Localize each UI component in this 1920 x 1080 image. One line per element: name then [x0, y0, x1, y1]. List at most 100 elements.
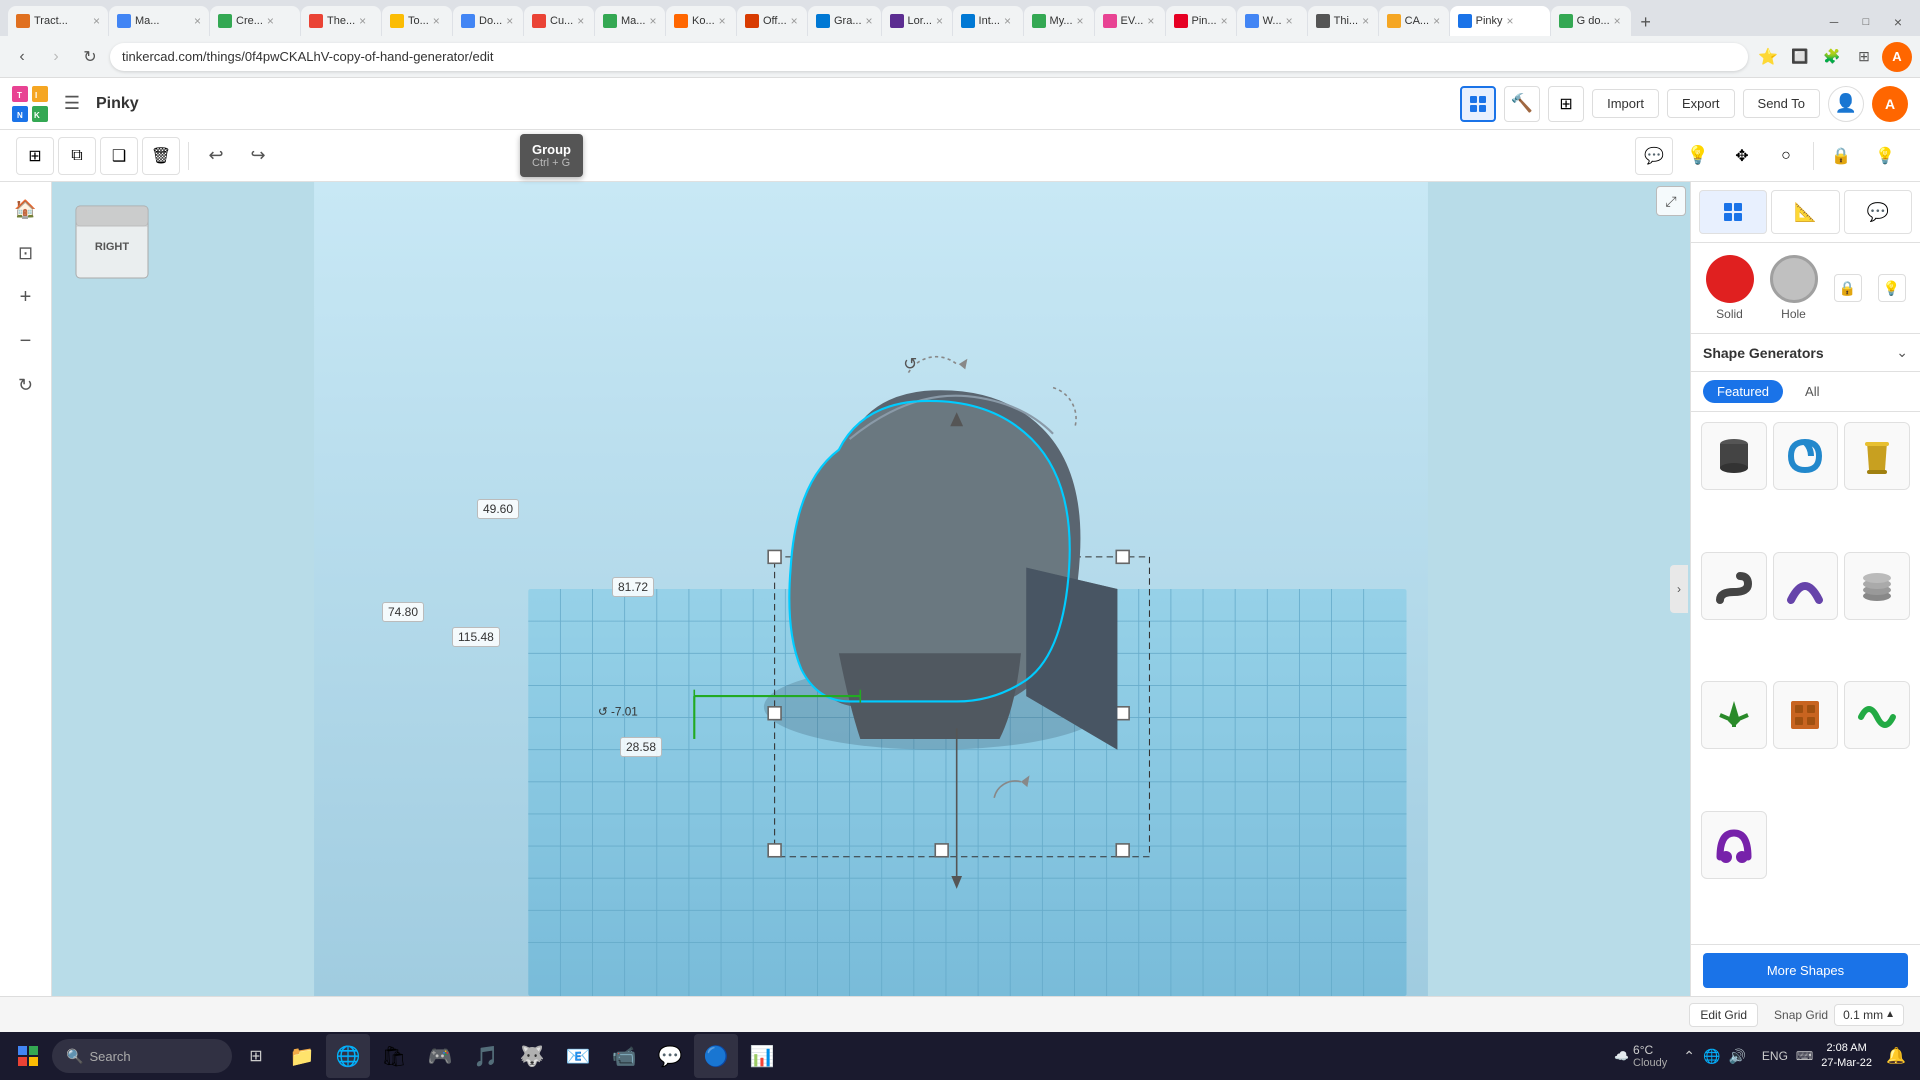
undo-button[interactable]: ↩ [197, 137, 235, 175]
zoom-out-button[interactable]: − [7, 322, 45, 360]
puzzle-icon[interactable]: 🧩 [1818, 43, 1846, 71]
orbit-button[interactable]: ↻ [7, 366, 45, 404]
duplicate-button[interactable]: ❑ [100, 137, 138, 175]
home-nav-button[interactable]: 🏠 [7, 190, 45, 228]
export-button[interactable]: Export [1667, 89, 1735, 118]
panel-grid-btn[interactable] [1699, 190, 1767, 234]
address-bar[interactable]: tinkercad.com/things/0f4pwCKALhV-copy-of… [110, 43, 1748, 71]
all-tab[interactable]: All [1791, 380, 1833, 403]
shape-item-horn[interactable] [1701, 811, 1767, 879]
delete-button[interactable]: 🗑 [142, 137, 180, 175]
taskbar-app-wolf[interactable]: 🐺 [510, 1034, 554, 1078]
shape-item-green-wave[interactable] [1844, 681, 1910, 749]
language-indicator[interactable]: ENG [1762, 1049, 1788, 1063]
task-view-button[interactable]: ⊞ [236, 1036, 276, 1076]
snap-value-button[interactable]: 0.1 mm ▲ [1834, 1004, 1904, 1026]
bookmark-button[interactable]: ⭐ [1754, 43, 1782, 71]
person-icon-button[interactable]: 👤 [1828, 86, 1864, 122]
maximize-button[interactable]: □ [1852, 8, 1880, 36]
shape-item-claw[interactable] [1701, 681, 1767, 749]
lock-button[interactable]: 🔒 [1822, 137, 1860, 175]
more-icon[interactable]: ⊞ [1850, 43, 1878, 71]
keyboard-icon[interactable]: ⌨ [1796, 1049, 1813, 1063]
start-button[interactable] [8, 1036, 48, 1076]
lock-toggle[interactable]: 🔒 [1834, 274, 1862, 302]
browser-tab[interactable]: Pin... × [1166, 6, 1236, 36]
clock[interactable]: 2:08 AM 27-Mar-22 [1821, 1041, 1872, 1072]
zoom-fit-button[interactable]: ⊡ [7, 234, 45, 272]
browser-tab[interactable]: CA... × [1379, 6, 1449, 36]
viewport[interactable]: ↺ ↺ -7.01 [52, 182, 1690, 996]
zoom-in-button[interactable]: + [7, 278, 45, 316]
circle-tool-button[interactable]: ○ [1767, 137, 1805, 175]
edit-grid-button[interactable]: Edit Grid [1689, 1003, 1758, 1027]
shape-item-boomerang[interactable] [1773, 552, 1839, 620]
shape-item-s-shape[interactable] [1701, 552, 1767, 620]
select-button[interactable]: ✥ [1723, 137, 1761, 175]
taskbar-app-game[interactable]: 🎮 [418, 1034, 462, 1078]
browser-tab[interactable]: Do... × [453, 6, 523, 36]
taskbar-app-files[interactable]: 📁 [280, 1034, 324, 1078]
taskbar-app-excel[interactable]: 📊 [740, 1034, 784, 1078]
back-button[interactable]: ‹ [8, 43, 36, 71]
network-icon[interactable]: 🌐 [1703, 1048, 1720, 1065]
profile-icon[interactable]: A [1882, 42, 1912, 72]
close-button[interactable]: × [1884, 8, 1912, 36]
taskbar-app-store[interactable]: 🛍 [372, 1034, 416, 1078]
solid-button[interactable]: Solid [1706, 255, 1754, 321]
annotate-button[interactable]: 💬 [1635, 137, 1673, 175]
reload-button[interactable]: ↻ [76, 43, 104, 71]
browser-tab[interactable]: EV... × [1095, 6, 1165, 36]
browser-tab[interactable]: Lor... × [882, 6, 952, 36]
featured-tab[interactable]: Featured [1703, 380, 1783, 403]
hammer-view-button[interactable]: 🔨 [1504, 86, 1540, 122]
light-button[interactable]: 💡 [1679, 137, 1717, 175]
shape-item-coins[interactable] [1844, 552, 1910, 620]
send-to-button[interactable]: Send To [1743, 89, 1820, 118]
shape-item-coil[interactable] [1773, 422, 1839, 490]
taskbar-weather[interactable]: ☁️ 6°C Cloudy [1606, 1043, 1675, 1069]
grid-view-button[interactable] [1460, 86, 1496, 122]
more-shapes-button[interactable]: More Shapes [1703, 953, 1908, 988]
view-cube[interactable]: RIGHT [68, 198, 156, 291]
taskbar-search[interactable]: 🔍 Search [52, 1039, 232, 1073]
taskbar-app-mail[interactable]: 📧 [556, 1034, 600, 1078]
taskbar-app-meet[interactable]: 📹 [602, 1034, 646, 1078]
shape-item-orange-box[interactable] [1773, 681, 1839, 749]
browser-tab[interactable]: Cu... × [524, 6, 594, 36]
browser-tab[interactable]: G do... × [1551, 6, 1631, 36]
browser-tab-active[interactable]: Pinky × [1450, 6, 1550, 36]
section-chevron[interactable]: ⌄ [1896, 344, 1908, 361]
hole-button[interactable]: Hole [1770, 255, 1818, 321]
chevron-up-icon[interactable]: ⌃ [1683, 1048, 1695, 1065]
light2-button[interactable]: 💡 [1866, 137, 1904, 175]
user-avatar[interactable]: A [1872, 86, 1908, 122]
browser-tab[interactable]: Ma... × [595, 6, 665, 36]
volume-icon[interactable]: 🔊 [1728, 1048, 1745, 1065]
layers-button[interactable]: ⊞ [1548, 86, 1584, 122]
browser-tab[interactable]: Tract... × [8, 6, 108, 36]
browser-tab[interactable]: The... × [301, 6, 381, 36]
menu-button[interactable]: ☰ [56, 88, 88, 120]
light-toggle[interactable]: 💡 [1878, 274, 1906, 302]
minimize-button[interactable]: ─ [1820, 8, 1848, 36]
browser-tab[interactable]: My... × [1024, 6, 1094, 36]
new-tab-button[interactable]: + [1632, 8, 1660, 36]
browser-tab[interactable]: Gra... × [808, 6, 881, 36]
browser-tab[interactable]: W... × [1237, 6, 1307, 36]
browser-tab[interactable]: Int... × [953, 6, 1023, 36]
shape-item-cylinder[interactable] [1701, 422, 1767, 490]
panel-ruler-btn[interactable]: 📐 [1771, 190, 1839, 234]
extension-icon[interactable]: 🔲 [1786, 43, 1814, 71]
panel-chat-btn[interactable]: 💬 [1844, 190, 1912, 234]
redo-button[interactable]: ↪ [239, 137, 277, 175]
browser-tab[interactable]: Cre... × [210, 6, 300, 36]
import-button[interactable]: Import [1592, 89, 1659, 118]
taskbar-app-skype[interactable]: 💬 [648, 1034, 692, 1078]
browser-tab[interactable]: Off... × [737, 6, 807, 36]
copy-object-button[interactable]: ⧉ [58, 137, 96, 175]
notification-button[interactable]: 🔔 [1880, 1040, 1912, 1072]
browser-tab[interactable]: Ko... × [666, 6, 736, 36]
browser-tab[interactable]: To... × [382, 6, 452, 36]
taskbar-app-chrome[interactable]: 🔵 [694, 1034, 738, 1078]
